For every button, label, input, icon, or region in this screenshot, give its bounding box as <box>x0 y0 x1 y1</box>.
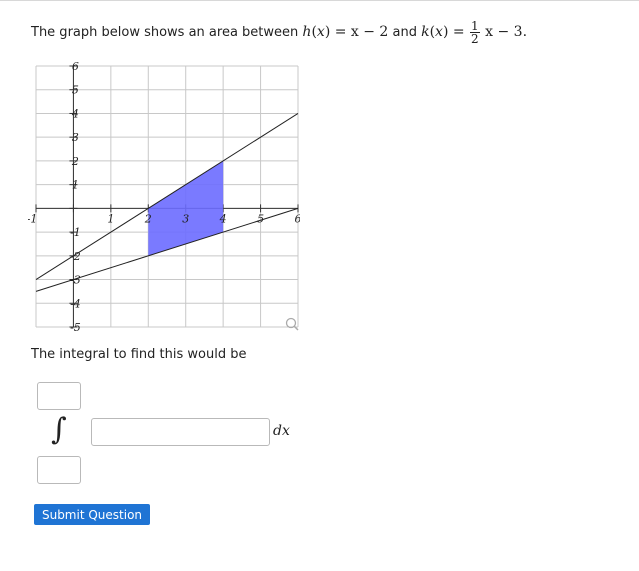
x-tick-label: -1 <box>28 212 37 225</box>
y-tick-label: 4 <box>71 107 79 120</box>
y-tick-label: -5 <box>70 321 81 334</box>
y-tick-label: 1 <box>72 179 79 192</box>
dx-label: dx <box>273 423 290 439</box>
x-tick-label: 3 <box>182 212 189 225</box>
integrand-input[interactable] <box>91 418 270 446</box>
y-tick-label: 3 <box>72 131 79 144</box>
k-fraction: 12 <box>470 18 480 46</box>
h-function: h(x) = x − 2 <box>302 24 389 40</box>
question-conj: and <box>392 25 417 40</box>
y-tick-label: -3 <box>70 274 81 287</box>
magnifier-icon[interactable] <box>285 317 299 331</box>
x-tick-label: 5 <box>257 212 264 225</box>
x-tick-label: 1 <box>107 212 114 225</box>
submit-question-button[interactable]: Submit Question <box>34 504 150 525</box>
y-tick-label: -4 <box>70 297 81 310</box>
k-function: k(x) = 12 x − 3. <box>421 18 528 46</box>
x-tick-label: 6 <box>295 212 301 225</box>
y-tick-label: -1 <box>70 226 81 239</box>
lower-limit-input[interactable] <box>37 456 81 484</box>
y-tick-label: 6 <box>72 60 79 73</box>
question-text: The graph below shows an area between h(… <box>31 19 527 46</box>
question-intro: The graph below shows an area between <box>31 25 299 40</box>
integral-symbol: ∫ <box>51 412 67 447</box>
area-graph: -1 1 2 3 4 5 6 6 5 4 3 2 1 -1 -2 -3 -4 -5 <box>28 60 300 334</box>
x-tick-label: 4 <box>219 212 227 225</box>
y-tick-label: -2 <box>70 250 81 263</box>
upper-limit-input[interactable] <box>37 382 81 410</box>
y-tick-label: 5 <box>72 84 79 97</box>
x-tick-label: 2 <box>144 212 152 225</box>
integral-label: The integral to find this would be <box>31 347 247 362</box>
y-tick-label: 2 <box>71 155 79 168</box>
top-divider <box>0 0 639 1</box>
tick-labels: -1 1 2 3 4 5 6 6 5 4 3 2 1 -1 -2 -3 -4 -5 <box>28 60 300 334</box>
